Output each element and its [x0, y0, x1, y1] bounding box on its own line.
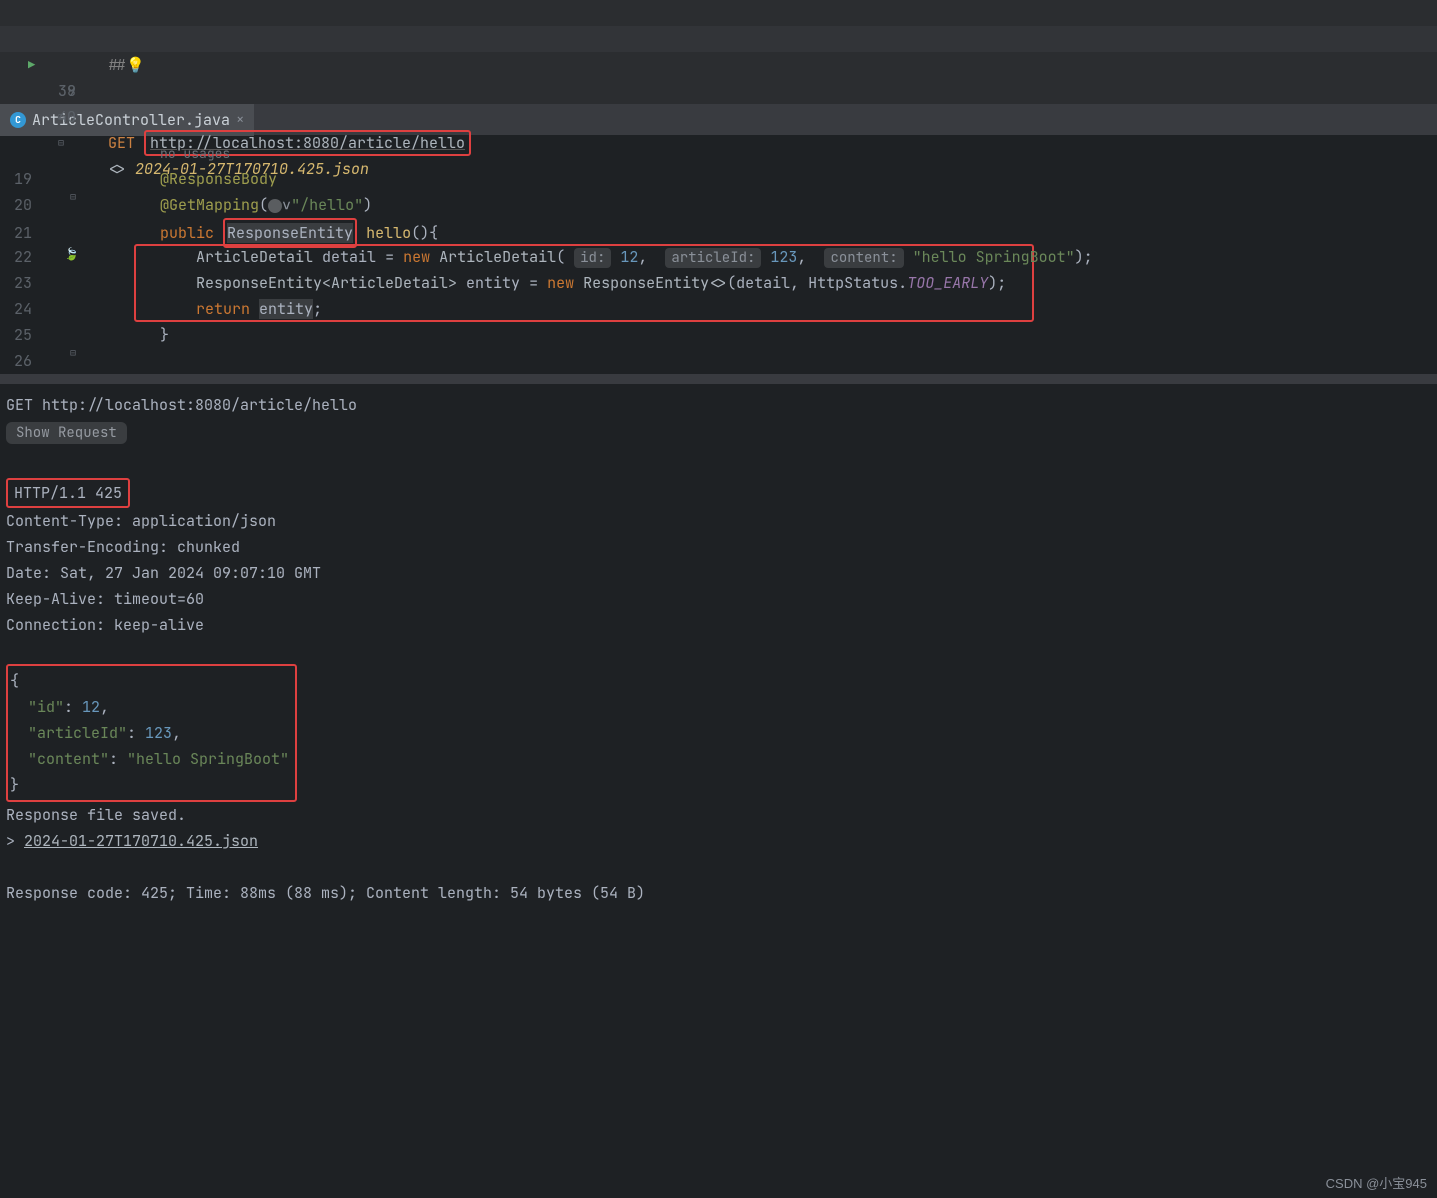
- method-name: hello: [366, 223, 411, 243]
- line-number: 21: [0, 220, 40, 246]
- type-name: ArticleDetail: [439, 247, 556, 267]
- json-key: "articleId": [28, 723, 127, 743]
- code-line: 37 ##💡: [0, 0, 1437, 26]
- arg: HttpStatus.: [808, 273, 907, 293]
- constant: TOO_EARLY: [907, 273, 988, 293]
- saved-message: Response file saved.: [6, 802, 1431, 828]
- keyword: new: [403, 247, 430, 267]
- number-literal: 12: [620, 247, 638, 267]
- keyword: public: [160, 223, 214, 243]
- json-key: "id": [28, 697, 64, 717]
- keyword: return: [196, 299, 250, 319]
- code-line: 24 return entity;: [0, 296, 1437, 322]
- saved-file-link[interactable]: 2024-01-27T170710.425.json: [24, 831, 258, 851]
- code-line: 39: [0, 52, 1437, 78]
- watermark: CSDN @小宝945: [1326, 1173, 1427, 1192]
- show-request-button[interactable]: Show Request: [6, 422, 127, 444]
- response-summary: Response code: 425; Time: 88ms (88 ms); …: [6, 880, 1431, 906]
- type-name: ResponseEntity: [227, 223, 353, 243]
- json-body-highlight: { "id": 12, "articleId": 123, "content":…: [6, 664, 297, 802]
- annotation: @GetMapping: [160, 195, 259, 215]
- line-number: 24: [0, 296, 40, 322]
- usages-hint[interactable]: no usages: [160, 145, 230, 162]
- line-number: 23: [0, 270, 40, 296]
- annotation: @ResponseBody: [160, 169, 277, 189]
- code-line: 23 ResponseEntity<ArticleDetail> entity …: [0, 270, 1437, 296]
- param-hint: articleId:: [665, 248, 761, 268]
- panel-separator[interactable]: [0, 374, 1437, 384]
- status-line: HTTP/1.1 425: [8, 480, 128, 506]
- code-line: 19⊟ @ResponseBody: [0, 166, 1437, 192]
- number-literal: 123: [770, 247, 797, 267]
- type-name: ArticleDetail: [196, 247, 313, 267]
- json-value: 12: [82, 697, 100, 717]
- json-value: "hello SpringBoot": [127, 749, 289, 769]
- http-request-editor: 37 ##💡 ▶ 38 ⊟ GET http://localhost:8080/…: [0, 0, 1437, 104]
- java-editor[interactable]: no usages 19⊟ @ResponseBody 20 @GetMappi…: [0, 136, 1437, 374]
- line-number: 25: [0, 322, 40, 348]
- code-line: 25⊟ }: [0, 322, 1437, 348]
- code-line: 22 ArticleDetail detail = new ArticleDet…: [0, 244, 1437, 270]
- http-response-panel: GET http://localhost:8080/article/hello …: [0, 384, 1437, 914]
- type-name: ResponseEntity<>: [583, 273, 727, 293]
- variable: entity: [466, 273, 520, 293]
- response-header: Content-Type: application/json: [6, 508, 1431, 534]
- line-number: 26: [0, 348, 40, 374]
- arg: detail: [736, 273, 790, 293]
- code-line[interactable]: ▶ 38 ⊟ GET http://localhost:8080/article…: [0, 26, 1437, 52]
- line-number: 20: [0, 192, 40, 218]
- globe-icon[interactable]: [268, 199, 282, 213]
- variable: detail: [322, 247, 376, 267]
- code-line: no usages: [0, 140, 1437, 166]
- json-brace: {: [10, 668, 289, 694]
- line-number: 19: [0, 166, 40, 192]
- request-echo: GET http://localhost:8080/article/hello: [6, 392, 1431, 418]
- param-hint: id:: [574, 248, 611, 268]
- line-number: 22: [0, 244, 40, 270]
- response-header: Transfer-Encoding: chunked: [6, 534, 1431, 560]
- code-line: 21🍃 public ResponseEntity hello(){: [0, 218, 1437, 244]
- response-header: Keep-Alive: timeout=60: [6, 586, 1431, 612]
- json-value: 123: [145, 723, 172, 743]
- code-line: 26: [0, 348, 1437, 374]
- close-icon[interactable]: ×: [236, 111, 244, 129]
- keyword: new: [547, 273, 574, 293]
- code-line: 40 ⊟ <> 2024-01-27T170710.425.json: [0, 78, 1437, 104]
- json-key: "content": [28, 749, 109, 769]
- variable: entity: [259, 299, 313, 319]
- mapping-path: "/hello": [291, 195, 363, 215]
- type-name: ResponseEntity<ArticleDetail>: [196, 273, 457, 293]
- param-hint: content:: [824, 248, 903, 268]
- line-number: 40: [36, 104, 86, 130]
- json-brace: }: [10, 772, 289, 798]
- response-header: Connection: keep-alive: [6, 612, 1431, 638]
- code-line: 20 @GetMapping(∨"/hello"): [0, 192, 1437, 218]
- response-header: Date: Sat, 27 Jan 2024 09:07:10 GMT: [6, 560, 1431, 586]
- string-literal: "hello SpringBoot": [913, 247, 1075, 267]
- status-highlight: HTTP/1.1 425: [6, 478, 130, 508]
